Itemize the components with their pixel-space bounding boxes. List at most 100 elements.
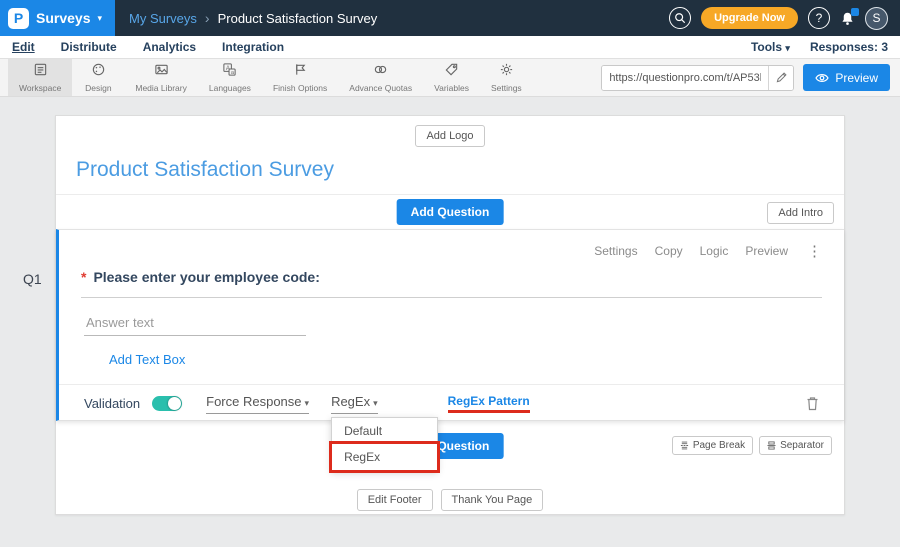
answer-text-input[interactable]: [84, 310, 306, 336]
search-button[interactable]: [669, 7, 691, 29]
notifications-button[interactable]: [840, 11, 855, 26]
force-response-value: Force Response: [206, 394, 301, 409]
tab-distribute[interactable]: Distribute: [61, 40, 117, 54]
header-actions: Upgrade Now ? S: [669, 7, 900, 30]
delete-question-button[interactable]: [806, 396, 819, 411]
question-copy-link[interactable]: Copy: [655, 244, 683, 258]
tools-menu[interactable]: Tools ▾: [751, 40, 790, 54]
tools-label: Tools: [751, 40, 782, 54]
question-actions: Settings Copy Logic Preview ⋮: [594, 242, 822, 260]
preview-button[interactable]: Preview: [803, 64, 890, 91]
search-icon: [674, 12, 686, 24]
menu-item-default[interactable]: Default: [332, 418, 437, 444]
image-icon: [154, 62, 169, 82]
toolbar-item-workspace[interactable]: Workspace: [8, 59, 72, 96]
edit-url-button[interactable]: [768, 66, 793, 90]
gear-icon: [499, 62, 514, 82]
footer-controls: Edit Footer Thank You Page: [56, 489, 844, 511]
breadcrumb-my-surveys[interactable]: My Surveys: [129, 11, 197, 26]
responses-label: Responses:: [810, 40, 878, 54]
upgrade-button[interactable]: Upgrade Now: [701, 7, 798, 29]
eye-icon: [815, 73, 829, 83]
chevron-down-icon: ▾: [785, 43, 790, 53]
add-question-row-top: Add Question Add Intro: [56, 199, 844, 229]
add-question-row-bottom: Add Question Page Break Separator: [56, 433, 844, 459]
page-break-button[interactable]: Page Break: [672, 436, 753, 455]
validation-label: Validation: [84, 396, 140, 411]
tab-edit[interactable]: Edit: [12, 40, 35, 54]
toggle-knob: [168, 397, 181, 410]
force-response-dropdown[interactable]: Force Response ▾: [206, 394, 309, 414]
chevron-down-icon: ▾: [373, 398, 378, 408]
top-header: P Surveys ▾ My Surveys › Product Satisfa…: [0, 0, 900, 36]
toolbar-item-variables[interactable]: Variables: [423, 59, 480, 96]
editor-toolbar: Workspace Design Media Library Aa Langua…: [0, 59, 900, 97]
toolbar-item-design[interactable]: Design: [72, 59, 124, 96]
responses-link[interactable]: Responses: 3: [810, 40, 888, 54]
responses-count: 3: [881, 40, 888, 54]
breadcrumb-separator: ›: [205, 10, 210, 26]
survey-title[interactable]: Product Satisfaction Survey: [76, 158, 334, 182]
tab-analytics[interactable]: Analytics: [143, 40, 196, 54]
tab-bar-right: Tools ▾ Responses: 3: [751, 40, 888, 54]
toolbar-items: Workspace Design Media Library Aa Langua…: [0, 59, 533, 96]
question-preview-link[interactable]: Preview: [745, 244, 788, 258]
page-break-label: Page Break: [693, 440, 745, 451]
surveys-menu[interactable]: P Surveys ▾: [0, 0, 115, 36]
trash-icon: [806, 396, 819, 411]
question-settings-link[interactable]: Settings: [594, 244, 637, 258]
avatar[interactable]: S: [865, 7, 888, 30]
question-mark-icon: ?: [816, 11, 823, 25]
add-text-box-link[interactable]: Add Text Box: [109, 352, 185, 367]
toolbar-item-finish-options[interactable]: Finish Options: [262, 59, 338, 96]
menu-item-regex[interactable]: RegEx: [332, 444, 437, 470]
app-window: P Surveys ▾ My Surveys › Product Satisfa…: [0, 0, 900, 547]
page-tools: Page Break Separator: [672, 436, 832, 455]
thank-you-page-button[interactable]: Thank You Page: [441, 489, 544, 511]
editor-canvas: Q1 Add Logo Product Satisfaction Survey …: [0, 97, 900, 547]
tab-integration[interactable]: Integration: [222, 40, 284, 54]
add-logo-row: Add Logo: [56, 125, 844, 147]
surveys-menu-label: Surveys: [36, 10, 90, 26]
tag-icon: [444, 62, 459, 82]
question-block: Settings Copy Logic Preview ⋮ * Please en…: [56, 229, 844, 421]
toolbar-item-languages[interactable]: Aa Languages: [198, 59, 262, 96]
question-text-input[interactable]: * Please enter your employee code:: [81, 269, 822, 298]
logo-letter: P: [14, 10, 23, 26]
breadcrumb: My Surveys › Product Satisfaction Survey: [129, 10, 377, 26]
separator-button[interactable]: Separator: [759, 436, 832, 455]
pencil-icon: [776, 72, 787, 83]
flag-icon: [293, 62, 308, 82]
validation-type-dropdown[interactable]: RegEx▾ Default RegEx: [331, 394, 378, 414]
validation-type-value: RegEx: [331, 394, 370, 409]
validation-toggle[interactable]: [152, 396, 182, 411]
languages-icon: Aa: [222, 62, 237, 82]
more-options-icon[interactable]: ⋮: [807, 242, 822, 260]
toolbar-item-advance-quotas[interactable]: Advance Quotas: [338, 59, 423, 96]
chevron-down-icon: ▾: [97, 14, 102, 23]
separator-label: Separator: [780, 440, 824, 451]
separator-icon: [767, 441, 776, 450]
validation-type-menu: Default RegEx: [331, 417, 438, 471]
add-question-button-top[interactable]: Add Question: [397, 199, 504, 225]
survey-url-input[interactable]: [602, 66, 768, 90]
workspace-icon: [33, 62, 48, 82]
avatar-letter: S: [872, 11, 880, 25]
add-logo-button[interactable]: Add Logo: [415, 125, 484, 147]
regex-pattern-link[interactable]: RegEx Pattern: [448, 394, 530, 413]
validation-row: Validation Force Response ▾ RegEx▾ Defaul…: [59, 385, 844, 422]
chevron-down-icon: ▾: [305, 398, 310, 408]
help-button[interactable]: ?: [808, 7, 830, 29]
question-text: Please enter your employee code:: [93, 269, 319, 285]
page-break-icon: [680, 441, 689, 450]
toolbar-item-media-library[interactable]: Media Library: [124, 59, 198, 96]
question-logic-link[interactable]: Logic: [700, 244, 729, 258]
survey-card: Add Logo Product Satisfaction Survey Add…: [55, 115, 845, 515]
required-marker: *: [81, 269, 86, 285]
toolbar-item-settings[interactable]: Settings: [480, 59, 533, 96]
preview-label: Preview: [835, 71, 878, 85]
add-intro-button[interactable]: Add Intro: [767, 202, 834, 224]
divider: [56, 194, 844, 195]
notification-badge: [851, 8, 859, 16]
edit-footer-button[interactable]: Edit Footer: [357, 489, 433, 511]
